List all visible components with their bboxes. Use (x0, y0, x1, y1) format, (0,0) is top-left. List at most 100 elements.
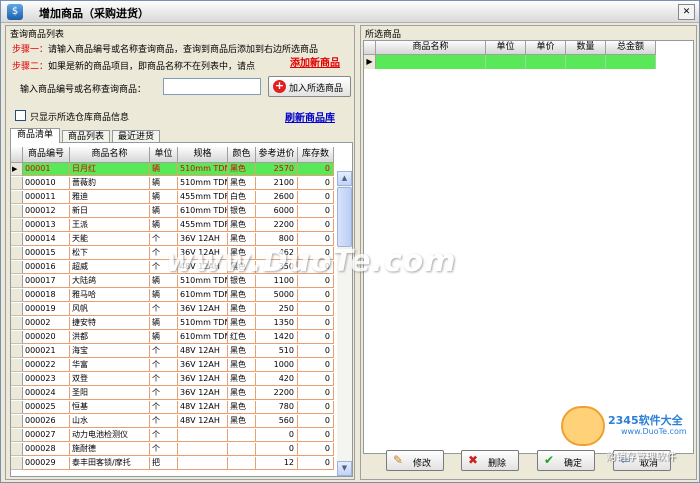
cell-code: 000028 (23, 443, 70, 456)
column-header-stock[interactable]: 库存数 (298, 147, 334, 163)
cell-unit: 辆 (150, 177, 178, 190)
selected-cell-qty[interactable] (566, 55, 606, 69)
cell-spec: 610mm TDH- (178, 205, 228, 218)
table-row[interactable]: 000012新日辆610mm TDH-银色60000 (11, 205, 338, 218)
add-new-product-link[interactable]: 添加新商品 (290, 54, 340, 69)
table-row[interactable]: 000025 恒基个 48V 12AH 黑色 780 0 (11, 401, 338, 414)
cell-code: 000023 (23, 373, 70, 386)
selected-column-header-unit[interactable]: 单位 (486, 41, 526, 55)
cell-code: 000010 (23, 177, 70, 190)
cell-spec: 510mm TDN4 (178, 317, 228, 330)
scroll-down-button[interactable]: ▼ (337, 461, 352, 476)
selected-indicator-header (364, 41, 376, 55)
cell-name: 海宝 (70, 345, 150, 358)
table-row[interactable]: 000029 泰丰田客锁/摩托把 12 0 (11, 457, 338, 470)
cell-unit: 个 (150, 387, 178, 400)
row-indicator (11, 177, 23, 190)
selected-column-header-price[interactable]: 单价 (526, 41, 566, 55)
selected-column-header-name[interactable]: 商品名称 (376, 41, 486, 55)
table-row[interactable]: 000026 山水个 48V 12AH 黑色 560 0 (11, 415, 338, 428)
cell-stock: 0 (298, 345, 334, 358)
column-header-spec[interactable]: 规格 (178, 147, 228, 163)
row-indicator (11, 359, 23, 372)
edit-button[interactable]: ✎ 修改 (386, 450, 444, 471)
cell-unit: 辆 (150, 331, 178, 344)
row-indicator (11, 219, 23, 232)
cell-stock: 0 (298, 401, 334, 414)
table-row[interactable]: 000022 华富个 36V 12AH 黑色 1000 0 (11, 359, 338, 372)
column-header-unit[interactable]: 单位 (150, 147, 178, 163)
delete-button[interactable]: ✖ 删除 (461, 450, 519, 471)
cell-unit: 辆 (150, 205, 178, 218)
refresh-product-library-link[interactable]: 刷新商品库 (285, 109, 335, 124)
table-row[interactable]: 00002捷安特辆510mm TDN4黑色13500 (11, 317, 338, 330)
cell-color: 红色 (228, 331, 256, 344)
selected-cell-total[interactable] (606, 55, 656, 69)
cell-code: 000014 (23, 233, 70, 246)
row-indicator (11, 387, 23, 400)
cell-stock: 0 (298, 177, 334, 190)
table-row[interactable]: 000010蔷薇豹辆510mm TDN4黑色21000 (11, 177, 338, 190)
scroll-thumb[interactable] (337, 187, 352, 247)
cell-price: 0 (256, 429, 298, 442)
table-row[interactable]: 000028 施耐德个 0 0 (11, 443, 338, 456)
table-row[interactable]: 000019 风帆个 36V 12AH 黑色 250 0 (11, 303, 338, 316)
selected-cell-price[interactable] (526, 55, 566, 69)
cell-name: 泰丰田客锁/摩托 (70, 457, 150, 470)
cell-stock: 0 (298, 191, 334, 204)
table-row[interactable]: 000018雅马哈辆610mm TDMC黑色50000 (11, 289, 338, 302)
table-row[interactable]: 000011雅迪辆455mm TDF1白色26000 (11, 191, 338, 204)
selected-panel-title: 所选商品 (365, 30, 402, 40)
add-selected-button[interactable]: + 加入所选商品 (268, 76, 351, 97)
cell-stock: 0 (298, 443, 334, 456)
cell-color: 白色 (228, 191, 256, 204)
cell-name: 双登 (70, 373, 150, 386)
column-header-code[interactable]: 商品编号 (23, 147, 70, 163)
table-row[interactable]: ▶00001日月红辆510mm TDN4黑色25700 (11, 163, 338, 176)
cell-color: 黑色 (228, 219, 256, 232)
selected-column-header-total[interactable]: 总金额 (606, 41, 656, 55)
search-input[interactable] (163, 78, 261, 95)
cell-code: 000016 (23, 261, 70, 274)
cell-spec: 610mm TDMC (178, 289, 228, 302)
row-indicator (11, 247, 23, 260)
cell-price: 2570 (256, 163, 298, 176)
cell-name: 山水 (70, 415, 150, 428)
cell-stock: 0 (298, 163, 334, 176)
column-header-price[interactable]: 参考进价 (256, 147, 298, 163)
cell-color: 黑色 (228, 177, 256, 190)
selected-column-header-qty[interactable]: 数量 (566, 41, 606, 55)
selected-cell-unit[interactable] (486, 55, 526, 69)
cell-unit: 辆 (150, 317, 178, 330)
column-header-name[interactable]: 商品名称 (70, 147, 150, 163)
table-row[interactable]: 000027 动力电池检测仪个 0 0 (11, 429, 338, 442)
title-bar[interactable]: $ 增加商品（采购进货） ✕ (1, 1, 699, 23)
table-row[interactable]: 000021 海宝个 48V 12AH 黑色 510 0 (11, 345, 338, 358)
close-button[interactable]: ✕ (678, 4, 695, 20)
cell-code: 000012 (23, 205, 70, 218)
cell-spec: 36V 12AH (178, 387, 228, 400)
warehouse-filter-checkbox[interactable] (15, 110, 26, 121)
cell-code: 000029 (23, 457, 70, 470)
row-indicator (11, 331, 23, 344)
cell-code: 000025 (23, 401, 70, 414)
cell-spec: 610mm TDMC (178, 331, 228, 344)
row-indicator (11, 429, 23, 442)
table-row[interactable]: 000013王派辆455mm TDF1黑色22000 (11, 219, 338, 232)
cell-spec (178, 429, 228, 442)
cell-unit: 个 (150, 359, 178, 372)
product-grid-scrollbar[interactable]: ▲ ▼ (337, 171, 352, 476)
scroll-up-button[interactable]: ▲ (337, 171, 352, 186)
cell-unit: 个 (150, 373, 178, 386)
panel-title: 查询商品列表 (10, 30, 65, 40)
cell-price: 12 (256, 457, 298, 470)
cell-name: 松下 (70, 247, 150, 260)
table-row[interactable]: 000020洪都辆610mm TDMC红色14200 (11, 331, 338, 344)
table-row[interactable]: 000023 双登个 36V 12AH 黑色 420 0 (11, 373, 338, 386)
column-header-color[interactable]: 颜色 (228, 147, 256, 163)
table-row[interactable]: 000024 圣阳个 36V 12AH 黑色 2200 0 (11, 387, 338, 400)
tab-product-list-sheet[interactable]: 商品清单 (10, 128, 60, 143)
cell-color: 黑色 (228, 303, 256, 316)
cell-color: 黑色 (228, 387, 256, 400)
selected-cell-name[interactable] (376, 55, 486, 69)
